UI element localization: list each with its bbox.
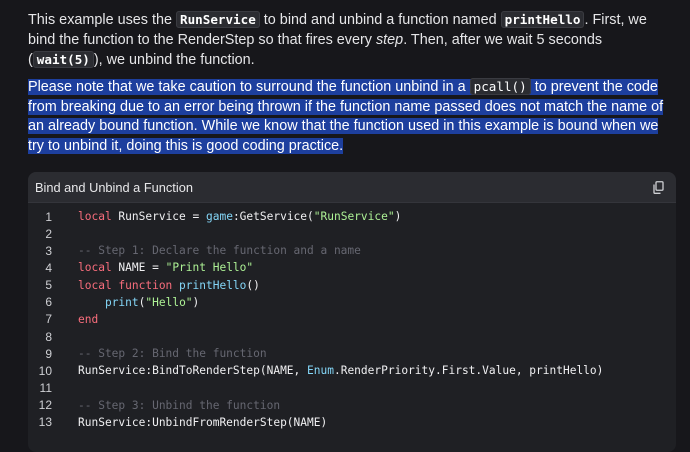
code-token: Enum xyxy=(307,364,334,378)
code-line: 2 xyxy=(28,225,676,242)
code-token: .RenderPriority.First.Value, printHello) xyxy=(333,364,604,378)
code-text: -- Step 2: Bind the function xyxy=(78,347,267,360)
intro-text: to bind and unbind a function named xyxy=(259,12,501,28)
inline-code-runservice: RunService xyxy=(175,11,260,28)
code-block-title: Bind and Unbind a Function xyxy=(35,179,193,195)
code-text: RunService:UnbindFromRenderStep(NAME) xyxy=(78,416,327,429)
code-token: () xyxy=(246,278,260,292)
code-body: 1 local RunService = game:GetService("Run… xyxy=(28,203,676,431)
line-number: 7 xyxy=(45,312,52,327)
line-number: 10 xyxy=(38,363,52,378)
code-line: 1 local RunService = game:GetService("Run… xyxy=(28,208,676,225)
code-text: local NAME = "Print Hello" xyxy=(78,261,253,274)
code-text: print("Hello") xyxy=(78,296,199,309)
inline-code-printhello: printHello xyxy=(500,11,585,28)
code-line: 10 RunService:BindToRenderStep(NAME, Enum… xyxy=(28,362,676,379)
code-line: 4 local NAME = "Print Hello" xyxy=(28,259,676,276)
code-token: "Print Hello" xyxy=(165,261,254,275)
code-line: 6 print("Hello") xyxy=(28,294,676,311)
line-number: 8 xyxy=(45,329,52,344)
code-token: "Hello" xyxy=(145,295,193,309)
code-line: 11 xyxy=(28,379,676,396)
code-token: -- Step 1: Declare the function and a na… xyxy=(78,244,361,258)
intro-emphasis: step xyxy=(375,31,404,48)
line-number: 9 xyxy=(45,346,52,361)
code-block-header: Bind and Unbind a Function xyxy=(28,172,676,203)
line-number: 6 xyxy=(45,295,52,310)
code-text: -- Step 3: Unbind the function xyxy=(78,399,280,412)
code-text: local function printHello() xyxy=(78,279,260,292)
code-line: 8 xyxy=(28,328,676,345)
line-number: 13 xyxy=(38,415,52,430)
code-token: end xyxy=(78,312,99,326)
line-number: 1 xyxy=(45,209,52,224)
code-line: 13 RunService:UnbindFromRenderStep(NAME) xyxy=(28,414,676,431)
code-line: 3 -- Step 1: Declare the function and a n… xyxy=(28,242,676,259)
note-text: Please note that we take caution to surr… xyxy=(28,79,470,95)
code-line: 5 local function printHello() xyxy=(28,277,676,294)
code-token: local function xyxy=(78,278,173,292)
code-text: RunService:BindToRenderStep(NAME, Enum.R… xyxy=(78,364,603,377)
code-token: -- Step 2: Bind the function xyxy=(78,347,267,361)
intro-text: This example uses the xyxy=(28,12,176,28)
code-line: 9 -- Step 2: Bind the function xyxy=(28,345,676,362)
code-token: -- Step 3: Unbind the function xyxy=(78,398,281,412)
intro-text: ), we unbind the function. xyxy=(93,52,255,68)
code-block: Bind and Unbind a Function 1 local RunSer… xyxy=(28,172,676,452)
code-text: -- Step 1: Declare the function and a na… xyxy=(78,244,361,257)
code-token: ) xyxy=(192,295,200,309)
code-token: "RunService" xyxy=(313,210,395,224)
line-number: 12 xyxy=(38,398,52,413)
code-token: local xyxy=(78,210,112,224)
code-line: 12 -- Step 3: Unbind the function xyxy=(28,397,676,414)
code-token: :GetService( xyxy=(232,210,314,224)
code-token: printHello xyxy=(179,278,247,292)
code-token: print xyxy=(104,295,139,309)
code-text: local RunService = game:GetService("RunS… xyxy=(78,210,401,223)
line-number: 3 xyxy=(45,243,52,258)
note-paragraph: Please note that we take caution to surr… xyxy=(28,77,668,156)
code-token: RunService = xyxy=(111,210,206,224)
code-token: ) xyxy=(394,210,402,224)
code-token: NAME = xyxy=(111,261,166,275)
line-number: 5 xyxy=(45,278,52,293)
inline-code-wait: wait(5) xyxy=(32,51,94,68)
copy-icon[interactable] xyxy=(650,179,666,195)
line-number: 11 xyxy=(39,380,52,395)
code-token: game xyxy=(205,210,233,224)
intro-paragraph: This example uses the RunService to bind… xyxy=(28,10,668,71)
code-line: 7 end xyxy=(28,311,676,328)
line-number: 4 xyxy=(45,260,52,275)
code-token: RunService:BindToRenderStep(NAME, xyxy=(78,364,308,378)
inline-code-pcall: pcall() xyxy=(469,78,531,95)
line-number: 2 xyxy=(45,226,52,241)
code-token: local xyxy=(78,261,112,275)
code-token: RunService:UnbindFromRenderStep(NAME) xyxy=(78,415,328,429)
code-text: end xyxy=(78,313,98,326)
